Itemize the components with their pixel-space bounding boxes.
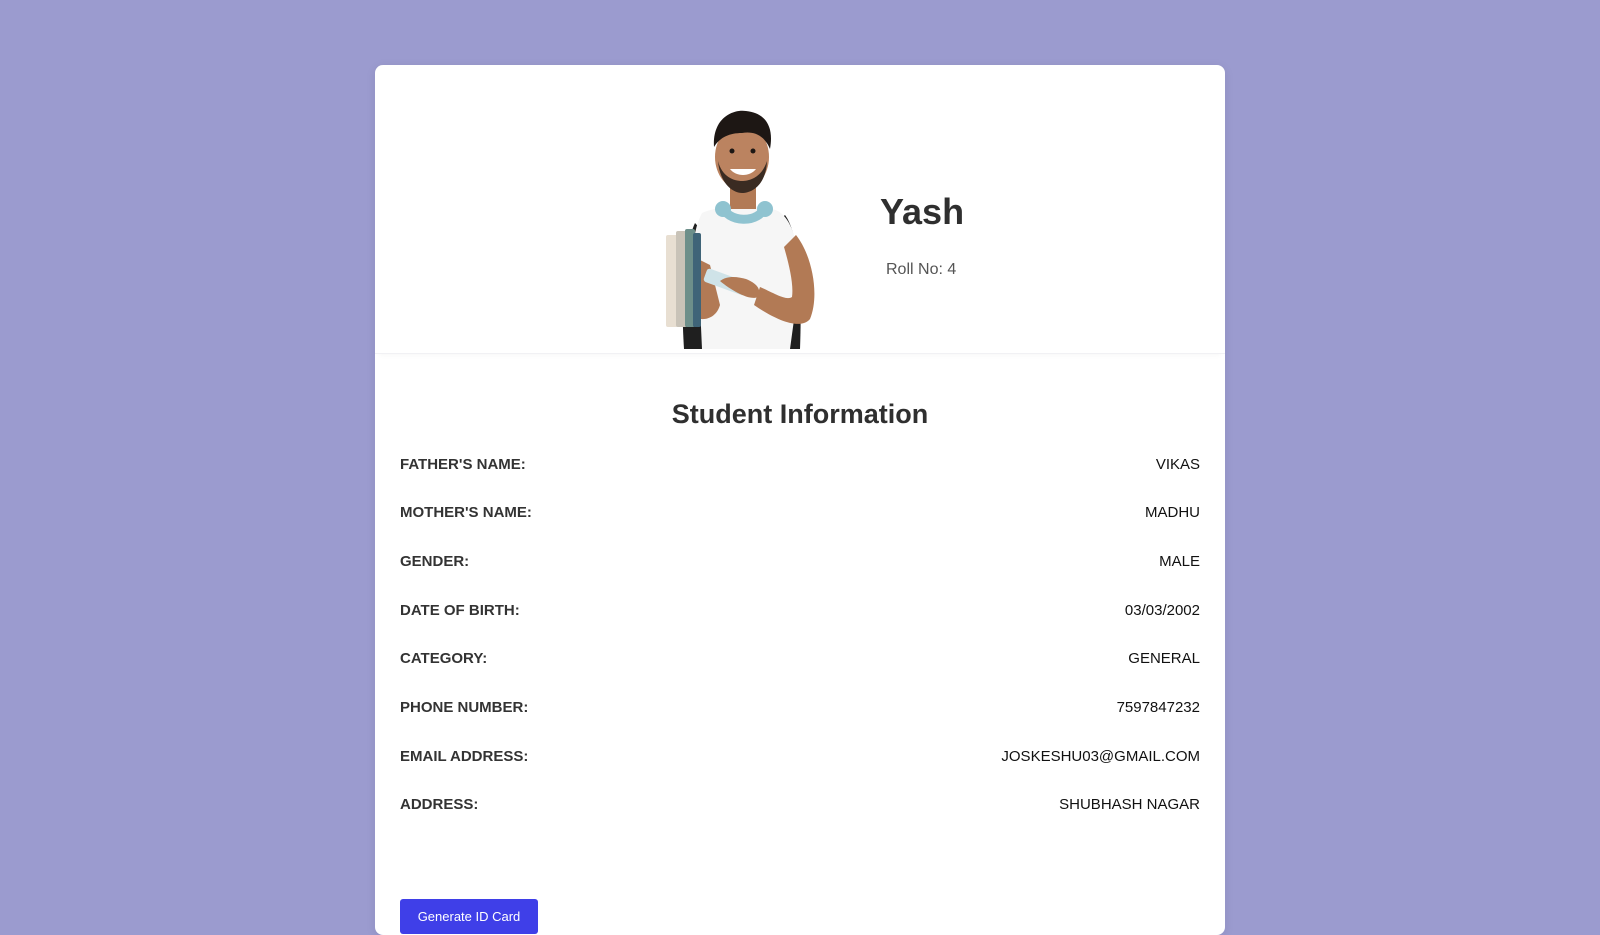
generate-id-card-button[interactable]: Generate ID Card [400,899,538,934]
info-label: EMAIL ADDRESS: [400,747,529,765]
info-label: CATEGORY: [400,649,488,667]
info-row-fathers-name: FATHER'S NAME: VIKAS [400,454,1200,474]
info-value: 7597847232 [1116,698,1200,716]
info-label: DATE OF BIRTH: [400,601,520,619]
info-row-address: ADDRESS: SHUBHASH NAGAR [400,794,1200,814]
roll-value: 4 [947,261,957,278]
roll-label: Roll No: [886,261,943,278]
student-name: Yash [880,191,965,232]
info-value: MADHU [1145,503,1200,521]
info-value: VIKAS [1155,455,1200,473]
info-row-gender: GENDER: MALE [400,551,1200,571]
info-row-date-of-birth: DATE OF BIRTH: 03/03/2002 [400,600,1200,620]
info-value: 03/03/2002 [1124,601,1200,619]
info-label: MOTHER'S NAME: [400,503,532,521]
info-value: JOSKESHU03@GMAIL.COM [1001,747,1200,765]
info-label: PHONE NUMBER: [400,698,529,716]
profile-header: Yash Roll No: 4 [375,65,1225,354]
student-profile-card: Yash Roll No: 4 Student Information FATH… [375,65,1225,935]
info-value: SHUBHASH NAGAR [1059,795,1200,813]
info-value: MALE [1159,552,1200,570]
info-value: GENERAL [1128,649,1200,667]
section-title: Student Information [671,399,929,429]
info-label: ADDRESS: [400,795,479,813]
info-row-category: CATEGORY: GENERAL [400,648,1200,668]
info-label: GENDER: [400,552,470,570]
roll-number: Roll No: 4 [886,261,956,279]
info-row-phone-number: PHONE NUMBER: 7597847232 [400,697,1200,717]
info-label: FATHER'S NAME: [400,455,526,473]
info-row-email-address: EMAIL ADDRESS: JOSKESHU03@GMAIL.COM [400,746,1200,766]
info-row-mothers-name: MOTHER'S NAME: MADHU [400,502,1200,522]
student-photo [666,110,815,349]
